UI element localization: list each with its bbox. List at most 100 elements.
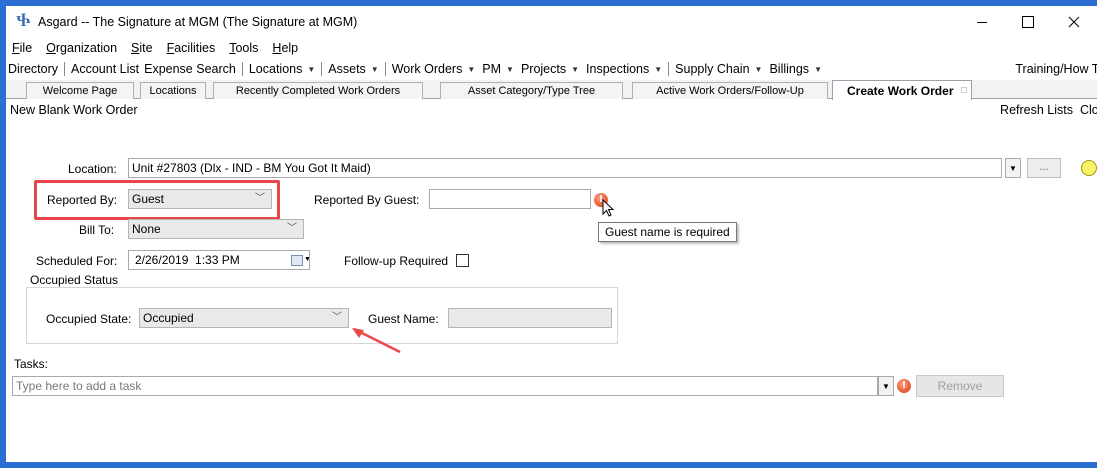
tab-create-work-order[interactable]: Create Work Order [832, 80, 972, 100]
toolbar-account-list[interactable]: Account List [66, 62, 144, 76]
chevron-down-icon: ▼ [882, 381, 890, 391]
location-dropdown-button[interactable]: ▼ [1005, 158, 1021, 178]
tasks-label: Tasks: [14, 357, 49, 371]
scheduled-for-label: Scheduled For: [36, 254, 118, 268]
scheduled-for-datepicker[interactable]: 2/26/2019 1:33 PM ▼ [128, 250, 310, 270]
location-field[interactable]: Unit #27803 (Dlx - IND - BM You Got It M… [128, 158, 1002, 178]
title-bar: Ⴕ Asgard -- The Signature at MGM (The Si… [6, 6, 1097, 38]
reported-by-guest-input[interactable] [429, 189, 591, 209]
occupied-status-title: Occupied Status [30, 273, 119, 287]
follow-up-label: Follow-up Required [344, 254, 449, 268]
mouse-pointer-icon [602, 199, 615, 217]
chevron-down-icon: ▼ [370, 64, 379, 74]
location-lookup-button[interactable]: ... [1027, 158, 1061, 178]
reported-by-label: Reported By: [47, 193, 118, 207]
occupied-state-select[interactable]: Occupied ﹀ [139, 308, 349, 328]
close-tab-icon[interactable] [961, 87, 967, 93]
menu-facilities[interactable]: Facilities [167, 41, 216, 55]
toolbar-locations[interactable]: Locations ▼ [244, 62, 320, 76]
occupied-state-label: Occupied State: [46, 312, 132, 326]
toolbar-inspections[interactable]: Inspections ▼ [584, 62, 667, 76]
bill-to-label: Bill To: [79, 223, 115, 237]
tab-create-work-order-label: Create Work Order [847, 83, 954, 98]
annotation-arrow-icon [352, 327, 401, 354]
toolbar-locations-label: Locations [248, 62, 303, 76]
scheduled-for-value: 2/26/2019 1:33 PM [135, 253, 240, 267]
calendar-icon[interactable] [291, 255, 303, 266]
chevron-down-icon: ﹀ [332, 312, 342, 323]
chevron-down-icon: ▼ [571, 64, 580, 74]
chevron-down-icon: ▼ [754, 64, 763, 74]
app-window: Ⴕ Asgard -- The Signature at MGM (The Si… [6, 6, 1097, 462]
toolbar-expense-search[interactable]: Expense Search [144, 62, 241, 76]
menu-site[interactable]: Site [131, 41, 153, 55]
chevron-down-icon: ▼ [814, 64, 822, 74]
reported-by-select[interactable]: Guest ﹀ [128, 189, 272, 209]
toolbar-projects[interactable]: Projects ▼ [519, 62, 584, 76]
close-link[interactable]: Clos [1080, 103, 1097, 117]
toolbar-inspections-label: Inspections [586, 62, 650, 76]
menu-organization-accel: O [46, 41, 56, 55]
menu-help[interactable]: Help [272, 41, 298, 55]
toolbar-training[interactable]: Training/How To [1015, 58, 1097, 80]
reported-by-guest-label: Reported By Guest: [314, 193, 420, 207]
window-title: Asgard -- The Signature at MGM (The Sign… [38, 15, 358, 29]
menu-bar: File Organization Site Facilities Tools … [6, 38, 1097, 58]
toolbar-separator [384, 62, 386, 76]
bill-to-select[interactable]: None ﹀ [128, 219, 304, 239]
follow-up-checkbox[interactable] [456, 254, 469, 267]
status-circle-icon [1081, 160, 1097, 176]
task-input[interactable]: Type here to add a task [12, 376, 878, 396]
menu-site-rest: ite [139, 41, 153, 55]
tab-strip: Welcome Page Locations Recently Complete… [6, 80, 1097, 100]
toolbar-separator [241, 62, 243, 76]
task-dropdown-button[interactable]: ▼ [878, 376, 894, 396]
tab-active-work-orders[interactable]: Active Work Orders/Follow-Up [632, 82, 828, 99]
refresh-lists-link[interactable]: Refresh Lists [1000, 103, 1073, 117]
close-window-button[interactable] [1051, 6, 1097, 38]
tab-recently-completed-work-orders[interactable]: Recently Completed Work Orders [213, 82, 423, 99]
menu-file-rest: ile [19, 41, 33, 55]
toolbar-work-orders-label: Work Orders [391, 62, 463, 76]
toolbar-separator [64, 62, 66, 76]
validation-tooltip: Guest name is required [598, 222, 737, 242]
menu-tools-rest: ools [235, 41, 259, 55]
chevron-down-icon: ▼ [654, 64, 663, 74]
toolbar-work-orders[interactable]: Work Orders ▼ [387, 62, 481, 76]
tab-welcome-page[interactable]: Welcome Page [26, 82, 134, 99]
toolbar: Directory Account List Expense Search Lo… [6, 58, 1097, 80]
chevron-down-icon: ▼ [1009, 163, 1017, 173]
menu-organization[interactable]: Organization [46, 41, 117, 55]
close-icon [1068, 16, 1080, 28]
maximize-button[interactable] [1005, 6, 1051, 38]
toolbar-pm-label: PM [482, 62, 502, 76]
guest-name-input[interactable] [448, 308, 612, 328]
chevron-down-icon: ▼ [307, 64, 316, 74]
chevron-down-icon: ﹀ [287, 223, 297, 234]
tab-asset-category-type-tree[interactable]: Asset Category/Type Tree [440, 82, 623, 99]
toolbar-separator [668, 62, 670, 76]
menu-organization-rest: rganization [55, 41, 118, 55]
minimize-button[interactable] [959, 6, 1005, 38]
error-icon: ! [897, 379, 911, 393]
chevron-down-icon: ▼ [506, 64, 514, 74]
toolbar-supply-chain[interactable]: Supply Chain ▼ [670, 62, 767, 76]
toolbar-assets[interactable]: Assets ▼ [323, 62, 383, 76]
window-controls [959, 6, 1097, 38]
work-order-header: New Blank Work Order Refresh Lists Clos [6, 101, 1097, 121]
menu-facilities-rest: acilities [174, 41, 216, 55]
menu-tools[interactable]: Tools [229, 41, 258, 55]
toolbar-pm[interactable]: PM ▼ [480, 62, 519, 76]
toolbar-directory[interactable]: Directory [6, 62, 63, 76]
chevron-down-icon: ▼ [304, 251, 309, 269]
toolbar-billings-label: Billings [769, 62, 810, 76]
menu-file[interactable]: File [12, 41, 32, 55]
remove-task-button[interactable]: Remove [916, 375, 1004, 397]
chevron-down-icon: ▼ [467, 64, 476, 74]
location-label: Location: [68, 162, 117, 176]
tab-locations[interactable]: Locations [140, 82, 206, 99]
occupied-state-value: Occupied [143, 311, 194, 325]
toolbar-projects-label: Projects [520, 62, 567, 76]
toolbar-billings[interactable]: Billings ▼ [767, 62, 827, 76]
page-title: New Blank Work Order [10, 103, 138, 117]
